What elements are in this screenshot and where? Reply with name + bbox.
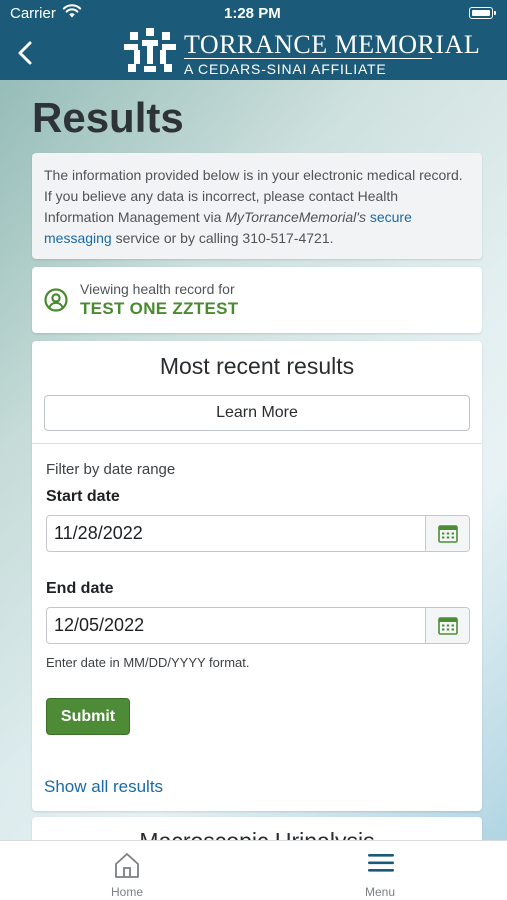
notice-text-italic: MyTorranceMemorial's: [225, 209, 366, 225]
patient-name: TEST ONE ZZTEST: [80, 299, 239, 318]
filter-label: Filter by date range: [46, 461, 176, 478]
torrance-memorial-logo: TORRANCE MEMORIAL A CEDARS-SINAI AFFILIA…: [122, 28, 480, 80]
end-date-calendar-button[interactable]: [425, 608, 469, 643]
start-date-value[interactable]: 11/28/2022: [54, 516, 143, 551]
back-button[interactable]: [12, 38, 40, 68]
submit-button[interactable]: Submit: [46, 698, 130, 735]
tab-home-label: Home: [110, 885, 143, 899]
tab-menu[interactable]: Menu: [320, 841, 440, 900]
calendar-icon: [438, 617, 458, 635]
date-format-hint: Enter date in MM/DD/YYYY format.: [46, 655, 250, 670]
learn-more-button[interactable]: Learn More: [44, 395, 470, 431]
calendar-icon: [438, 525, 458, 543]
logo-rule: [184, 58, 432, 59]
results-card: Most recent results Learn More Filter by…: [32, 341, 482, 811]
logo-figures-icon: [124, 28, 176, 72]
battery-icon: [469, 7, 496, 19]
section-title: Most recent results: [159, 353, 355, 379]
divider: [32, 443, 482, 444]
notice-text-3: service or by calling 310-517-4721.: [111, 230, 334, 246]
menu-icon: [367, 851, 395, 880]
clock-time: 1:28 PM: [224, 5, 281, 22]
logo-title: TORRANCE MEMORIAL: [184, 30, 481, 59]
result-card-title: Macroscopic Urinalysis: [32, 828, 482, 840]
start-date-calendar-button[interactable]: [425, 516, 469, 551]
viewing-label: Viewing health record for: [80, 281, 235, 297]
end-date-field[interactable]: 12/05/2022: [46, 607, 470, 644]
notice-card: The information provided below is in you…: [32, 153, 482, 259]
start-date-label: Start date: [46, 488, 120, 505]
status-bar: Carrier 1:28 PM: [0, 0, 507, 28]
end-date-label: End date: [46, 580, 114, 597]
page-title: Results: [32, 94, 184, 141]
nav-bar: TORRANCE MEMORIAL A CEDARS-SINAI AFFILIA…: [0, 28, 507, 80]
home-icon: [114, 851, 140, 884]
viewing-record-card: Viewing health record for TEST ONE ZZTES…: [32, 267, 482, 333]
wifi-icon: [62, 4, 82, 23]
content-area[interactable]: Results The information provided below i…: [0, 80, 507, 840]
start-date-field[interactable]: 11/28/2022: [46, 515, 470, 552]
carrier-label: Carrier: [10, 5, 56, 22]
show-all-results-link[interactable]: Show all results: [44, 777, 163, 797]
tab-home[interactable]: Home: [67, 841, 187, 900]
end-date-value[interactable]: 12/05/2022: [54, 608, 144, 643]
chevron-left-icon: [18, 41, 32, 65]
logo-subtitle: A CEDARS-SINAI AFFILIATE: [184, 61, 387, 77]
user-circle-icon: [44, 288, 68, 317]
tab-bar: Home Menu: [0, 840, 507, 900]
tab-menu-label: Menu: [364, 885, 396, 899]
result-card-partial[interactable]: Macroscopic Urinalysis: [32, 817, 482, 840]
